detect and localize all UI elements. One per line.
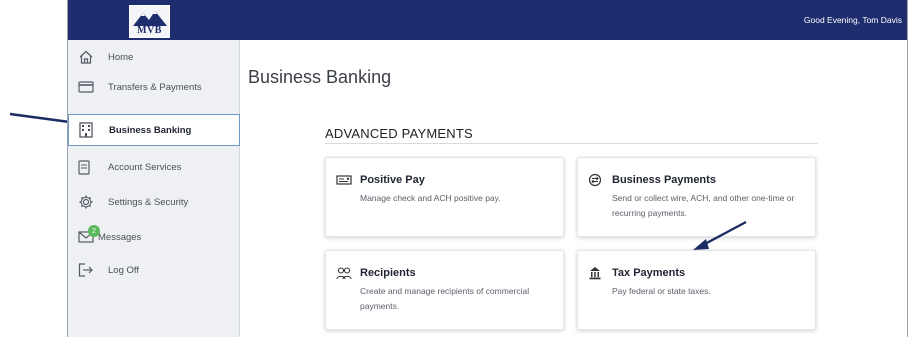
annotation-arrow-tax	[693, 220, 747, 250]
card-description: Create and manage recipients of commerci…	[360, 286, 530, 311]
sidebar-item-log-off[interactable]: Log Off	[68, 255, 240, 285]
sidebar-item-business-banking[interactable]: Business Banking	[68, 114, 240, 146]
sidebar-item-label: Account Services	[108, 161, 182, 173]
sidebar-item-label: Settings & Security	[108, 196, 189, 208]
card-title: Recipients	[360, 267, 416, 279]
card-description: Pay federal or state taxes.	[612, 286, 711, 296]
sidebar-item-label: Messages	[98, 231, 142, 243]
sidebar-item-label: Business Banking	[109, 124, 192, 136]
sidebar-item-label: Log Off	[108, 264, 139, 276]
sidebar-item-label: Transfers & Payments	[108, 81, 202, 93]
top-header-bar: MVB Good Evening, Tom Davis	[68, 0, 907, 40]
card-recipients[interactable]: Recipients Create and manage recipients …	[325, 250, 564, 330]
app-window: MVB Good Evening, Tom Davis Home Transfe…	[67, 0, 908, 337]
bank-building-icon	[79, 122, 99, 138]
card-positive-pay[interactable]: Positive Pay Manage check and ACH positi…	[325, 157, 564, 237]
gear-icon	[78, 194, 98, 210]
section-title: ADVANCED PAYMENTS	[325, 126, 473, 141]
government-building-icon	[588, 266, 604, 280]
user-greeting: Good Evening, Tom Davis	[803, 15, 902, 25]
sidebar-item-settings[interactable]: Settings & Security	[68, 187, 240, 217]
sidebar-item-account-services[interactable]: Account Services	[68, 152, 240, 182]
sidebar-item-messages[interactable]: 2 Messages	[68, 222, 240, 252]
section-divider	[325, 143, 818, 144]
people-icon	[336, 266, 352, 280]
card-title: Business Payments	[612, 174, 716, 186]
card-title: Tax Payments	[612, 267, 686, 279]
sidebar-item-label: Home	[108, 51, 134, 63]
card-title: Positive Pay	[360, 174, 425, 186]
mountain-logo-icon	[133, 11, 167, 26]
sidebar-nav: Home Transfers & Payments Business Banki…	[68, 40, 240, 337]
money-transfer-icon	[588, 173, 604, 187]
sidebar-item-transfers[interactable]: Transfers & Payments	[68, 72, 240, 102]
check-icon	[336, 173, 352, 187]
messages-count-badge: 2	[88, 225, 100, 237]
logo-text: MVB	[137, 25, 162, 36]
page-title: Business Banking	[248, 67, 392, 87]
sidebar-item-home[interactable]: Home	[68, 42, 240, 72]
card-icon	[78, 79, 98, 95]
home-icon	[78, 49, 98, 65]
document-icon	[78, 159, 98, 175]
card-tax-payments[interactable]: Tax Payments Pay federal or state taxes.	[577, 250, 816, 330]
card-description: Manage check and ACH positive pay.	[360, 193, 501, 203]
bank-logo[interactable]: MVB	[129, 5, 170, 38]
card-description: Send or collect wire, ACH, and other one…	[612, 193, 795, 218]
logout-icon	[78, 262, 98, 278]
